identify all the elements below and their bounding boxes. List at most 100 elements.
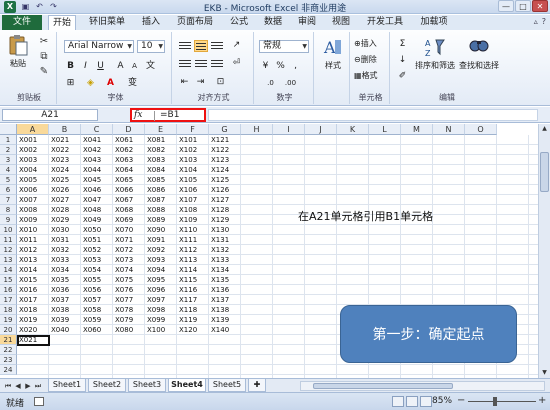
horizontal-scroll-thumb[interactable] — [313, 383, 453, 389]
number-format-select[interactable]: 常规 ▼ — [259, 40, 309, 53]
sheet-tab[interactable]: Sheet5 — [208, 379, 246, 392]
table-cell[interactable]: X004 — [17, 165, 49, 175]
font-family-select[interactable]: Arial Narrow ▼ — [64, 40, 134, 53]
table-cell[interactable]: X026 — [49, 185, 81, 195]
table-cell[interactable]: X024 — [49, 165, 81, 175]
table-cell[interactable]: X007 — [17, 195, 49, 205]
table-cell[interactable]: X108 — [177, 205, 209, 215]
table-cell[interactable]: X126 — [209, 185, 241, 195]
table-cell[interactable]: X052 — [81, 245, 113, 255]
comma-button[interactable]: , — [289, 60, 302, 73]
table-cell[interactable]: X137 — [209, 295, 241, 305]
table-cell[interactable]: X045 — [81, 175, 113, 185]
tab-view[interactable]: 视图 — [328, 15, 354, 30]
table-cell[interactable]: X039 — [49, 315, 81, 325]
scroll-up-icon[interactable]: ▲ — [540, 124, 549, 134]
row-header[interactable]: 24 — [0, 365, 17, 375]
table-cell[interactable]: X095 — [145, 275, 177, 285]
table-cell[interactable]: X106 — [177, 185, 209, 195]
table-cell[interactable]: X069 — [113, 215, 145, 225]
table-cell[interactable]: X041 — [81, 135, 113, 145]
table-cell[interactable]: X016 — [17, 285, 49, 295]
column-header[interactable]: C — [81, 124, 113, 135]
table-cell[interactable]: X017 — [17, 295, 49, 305]
symbol-icon[interactable]: 变 — [126, 77, 139, 90]
table-cell[interactable]: X006 — [17, 185, 49, 195]
table-cell[interactable]: X122 — [209, 145, 241, 155]
column-header[interactable]: J — [305, 124, 337, 135]
table-cell[interactable]: X100 — [145, 325, 177, 335]
table-cell[interactable]: X001 — [17, 135, 49, 145]
table-cell[interactable]: X049 — [81, 215, 113, 225]
table-cell[interactable]: X012 — [17, 245, 49, 255]
currency-button[interactable]: ¥ — [259, 60, 272, 73]
column-header[interactable]: E — [145, 124, 177, 135]
column-header[interactable]: G — [209, 124, 241, 135]
first-sheet-icon[interactable]: ⏮ — [4, 381, 12, 391]
table-cell[interactable]: X097 — [145, 295, 177, 305]
table-cell[interactable]: X113 — [177, 255, 209, 265]
zoom-in-button[interactable]: + — [538, 395, 546, 406]
table-cell[interactable]: X009 — [17, 215, 49, 225]
fill-icon[interactable]: ↓ — [396, 54, 409, 67]
row-header[interactable]: 5 — [0, 175, 17, 185]
table-cell[interactable]: X025 — [49, 175, 81, 185]
table-cell[interactable]: X051 — [81, 235, 113, 245]
format-painter-icon[interactable]: ✎ — [38, 66, 50, 78]
formula-text[interactable]: =B1 — [160, 110, 179, 121]
table-cell[interactable]: X135 — [209, 275, 241, 285]
table-cell[interactable]: X043 — [81, 155, 113, 165]
page-layout-view-icon[interactable] — [406, 396, 418, 407]
fx-icon[interactable]: fx — [134, 110, 142, 120]
table-cell[interactable]: X003 — [17, 155, 49, 165]
table-cell[interactable]: X057 — [81, 295, 113, 305]
column-header[interactable]: H — [241, 124, 273, 135]
table-cell[interactable]: X131 — [209, 235, 241, 245]
table-cell[interactable]: X054 — [81, 265, 113, 275]
help-icon[interactable]: ? — [542, 17, 546, 26]
table-cell[interactable]: X021 — [49, 135, 81, 145]
table-cell[interactable]: X060 — [81, 325, 113, 335]
sheet-tab[interactable]: Sheet2 — [88, 379, 126, 392]
close-button[interactable]: ✕ — [532, 0, 548, 12]
tab-page-layout[interactable]: 页面布局 — [172, 15, 218, 30]
tab-review[interactable]: 审阅 — [294, 15, 320, 30]
table-cell[interactable]: X128 — [209, 205, 241, 215]
table-cell[interactable]: X056 — [81, 285, 113, 295]
zoom-out-button[interactable]: − — [457, 395, 465, 406]
align-bottom-icon[interactable] — [210, 40, 224, 52]
tab-file[interactable]: 文件 — [2, 15, 42, 30]
row-header[interactable]: 17 — [0, 295, 17, 305]
increase-decimal-icon[interactable]: .0 — [264, 77, 277, 90]
sort-filter-button[interactable]: AZ 排序和筛选 — [414, 36, 456, 71]
table-cell[interactable]: X059 — [81, 315, 113, 325]
table-cell[interactable]: X102 — [177, 145, 209, 155]
table-cell[interactable]: X124 — [209, 165, 241, 175]
table-cell[interactable]: X035 — [49, 275, 81, 285]
table-cell[interactable]: X073 — [113, 255, 145, 265]
row-header[interactable]: 8 — [0, 205, 17, 215]
font-color-icon[interactable]: A — [104, 77, 117, 90]
table-cell[interactable]: X111 — [177, 235, 209, 245]
scroll-down-icon[interactable]: ▼ — [540, 368, 549, 378]
table-cell[interactable]: X094 — [145, 265, 177, 275]
table-cell[interactable]: X121 — [209, 135, 241, 145]
table-cell[interactable]: X090 — [145, 225, 177, 235]
table-cell[interactable]: X005 — [17, 175, 49, 185]
column-header[interactable]: I — [273, 124, 305, 135]
table-cell[interactable]: X028 — [49, 205, 81, 215]
column-header[interactable]: F — [177, 124, 209, 135]
row-header[interactable]: 14 — [0, 265, 17, 275]
insert-cells-button[interactable]: ⊕插入 — [354, 38, 377, 49]
macro-record-icon[interactable] — [34, 397, 44, 406]
table-cell[interactable]: X138 — [209, 305, 241, 315]
row-header[interactable]: 10 — [0, 225, 17, 235]
tab-home[interactable]: 开始 — [48, 15, 76, 30]
tab-add-ins[interactable]: 加载项 — [416, 15, 452, 30]
table-cell[interactable]: X038 — [49, 305, 81, 315]
table-cell[interactable]: X087 — [145, 195, 177, 205]
prev-sheet-icon[interactable]: ◀ — [14, 381, 22, 391]
zoom-slider-thumb[interactable] — [493, 397, 497, 406]
row-header[interactable]: 6 — [0, 185, 17, 195]
row-header[interactable]: 13 — [0, 255, 17, 265]
